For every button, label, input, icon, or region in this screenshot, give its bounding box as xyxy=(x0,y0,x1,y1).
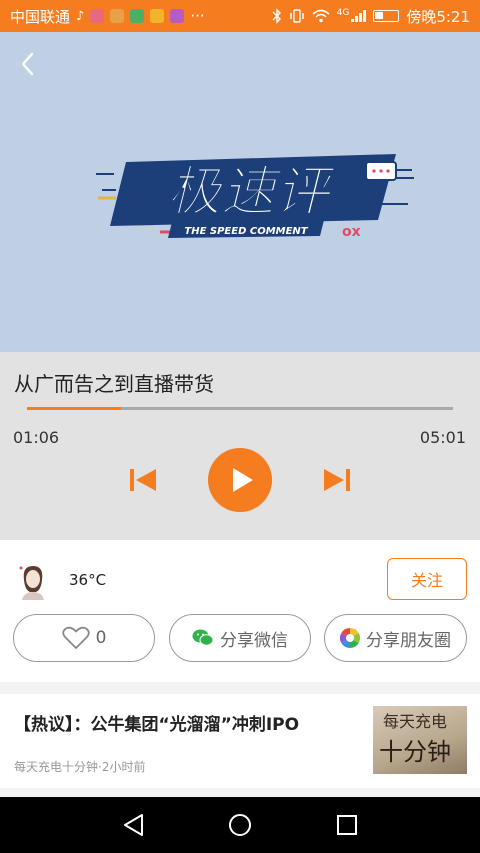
carrier-label: 中国联通 xyxy=(10,7,71,26)
logo-sub-text: THE SPEED COMMENT xyxy=(184,226,308,237)
bluetooth-icon xyxy=(272,8,281,24)
audio-player: 从广而告之到直播带货 01:06 05:01 xyxy=(0,352,480,540)
thumbnail-text-line2: 十分钟 xyxy=(379,738,451,766)
nav-back-icon[interactable] xyxy=(120,811,148,839)
battery-icon xyxy=(373,10,400,22)
play-icon xyxy=(233,468,253,492)
heart-icon xyxy=(61,626,90,649)
progress-fill xyxy=(27,407,121,410)
nav-home-icon[interactable] xyxy=(226,811,254,839)
program-logo: 极速评 THE SPEED COMMENT ox xyxy=(96,154,414,240)
moments-icon xyxy=(340,628,360,648)
news-title: 【热议】：公牛集团“光溜溜”冲刺IPO xyxy=(14,715,300,735)
status-bar: 中国联通 ♪ ··· 4G 傍晚5:21 xyxy=(0,0,480,32)
clock-label: 傍晚5:21 xyxy=(406,7,470,26)
related-news-item[interactable]: 【热议】：公牛集团“光溜溜”冲刺IPO 每天充电十分钟·2小时前 每天充电 十分… xyxy=(0,694,480,788)
logo-mark-text: ox xyxy=(342,224,361,240)
notification-app-icon xyxy=(150,9,165,23)
system-navigation-bar xyxy=(0,797,480,853)
notification-app-icon xyxy=(110,9,125,23)
vibrate-icon xyxy=(289,9,304,23)
back-icon[interactable] xyxy=(14,48,42,80)
share-moments-label: 分享朋友圈 xyxy=(366,630,451,651)
share-moments-button[interactable]: 分享朋友圈 xyxy=(324,614,467,662)
share-wechat-button[interactable]: 分享微信 xyxy=(169,614,311,662)
news-thumbnail: 每天充电 十分钟 xyxy=(373,706,467,774)
previous-track-icon[interactable] xyxy=(128,465,160,495)
progress-bar[interactable] xyxy=(27,407,453,410)
notification-app-icon xyxy=(130,9,145,23)
author-section: 36°C 关注 0 分享微信 分享朋友圈 xyxy=(0,540,480,682)
network-type-label: 4G xyxy=(336,7,350,18)
signal-icon xyxy=(351,10,367,22)
follow-button[interactable]: 关注 xyxy=(387,558,467,600)
author-name: 36°C xyxy=(69,571,107,589)
next-track-icon[interactable] xyxy=(320,465,352,495)
thumbnail-text-line1: 每天充电 xyxy=(383,712,448,731)
episode-title: 从广而告之到直播带货 xyxy=(14,372,214,396)
wechat-icon xyxy=(192,629,214,646)
notification-app-icon xyxy=(170,9,185,23)
nav-recents-icon[interactable] xyxy=(333,811,361,839)
like-count: 0 xyxy=(95,628,107,648)
more-notifications-label: ··· xyxy=(190,7,205,25)
author-avatar[interactable] xyxy=(16,560,50,600)
news-meta: 每天充电十分钟·2小时前 xyxy=(14,760,146,774)
share-wechat-label: 分享微信 xyxy=(220,630,288,651)
notification-app-icon xyxy=(90,9,105,23)
wifi-icon xyxy=(312,9,330,23)
album-cover: 极速评 THE SPEED COMMENT ox xyxy=(0,32,480,352)
total-time: 05:01 xyxy=(419,428,466,447)
like-button[interactable]: 0 xyxy=(13,614,155,662)
current-time: 01:06 xyxy=(13,428,60,447)
play-button[interactable] xyxy=(208,448,272,512)
music-icon: ♪ xyxy=(76,8,85,24)
logo-main-text: 极速评 xyxy=(167,160,337,223)
